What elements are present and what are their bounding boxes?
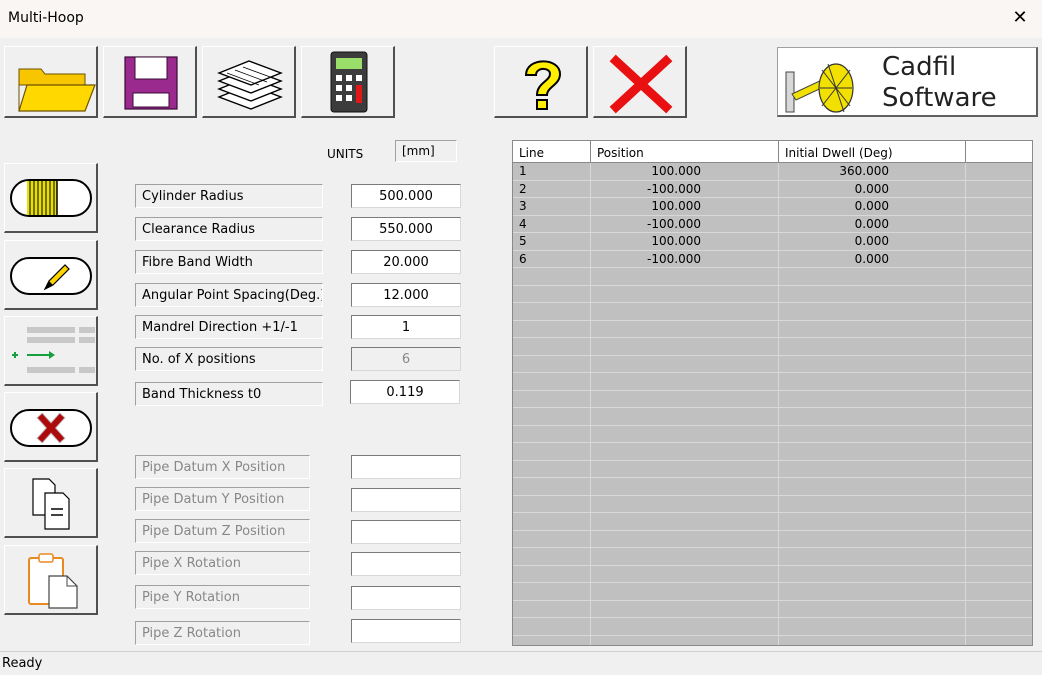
cell-line: 4 [519, 216, 527, 231]
pipe-datum-y-label: Pipe Datum Y Position [135, 487, 310, 511]
layers-button[interactable] [202, 46, 296, 118]
cadfil-logo-button[interactable]: Cadfil Software [777, 47, 1038, 117]
copy-button[interactable] [4, 468, 98, 538]
cadfil-logo-text: Cadfil Software [882, 52, 997, 114]
pipe-datum-x-input[interactable] [351, 455, 461, 479]
cell-dwell: 0.000 [854, 181, 889, 196]
clearance-radius-label: Clearance Radius [135, 217, 323, 241]
angular-point-spacing-input[interactable] [351, 283, 461, 307]
cell-position: 100.000 [651, 234, 701, 248]
pencil-icon [10, 257, 92, 295]
status-bar: Ready [0, 651, 1042, 675]
hoop-wind-button[interactable] [4, 163, 98, 233]
cell-position: -100.000 [647, 216, 701, 231]
cell-position: 100.000 [651, 199, 701, 213]
insert-line-button[interactable] [4, 316, 98, 386]
num-x-positions-input [351, 347, 461, 371]
title-bar: Multi-Hoop ✕ [0, 0, 1042, 38]
pipe-datum-z-input[interactable] [351, 520, 461, 544]
folder-open-icon [18, 68, 96, 112]
positions-table[interactable]: Line Position Initial Dwell (Deg) 1 100.… [512, 140, 1033, 646]
cell-dwell: 0.000 [854, 199, 889, 213]
logo-line-1: Cadfil [882, 52, 957, 82]
table-row[interactable]: 3 100.000 0.000 [513, 198, 1032, 216]
cylinder-radius-input[interactable] [351, 184, 461, 208]
cell-position: 100.000 [651, 164, 701, 178]
pipe-datum-y-input[interactable] [351, 488, 461, 512]
status-text: Ready [2, 656, 43, 671]
header-extra[interactable] [966, 141, 1032, 163]
cell-line: 2 [519, 181, 527, 196]
clearance-radius-input[interactable] [351, 217, 461, 241]
pipe-x-rotation-label: Pipe X Rotation [135, 551, 310, 575]
fibre-band-width-input[interactable] [351, 250, 461, 274]
close-icon[interactable]: ✕ [1012, 8, 1028, 28]
delete-line-button[interactable] [4, 392, 98, 462]
clipboard-paste-icon [28, 553, 78, 609]
pipe-z-rotation-label: Pipe Z Rotation [135, 621, 310, 645]
logo-line-2: Software [882, 83, 997, 113]
help-button[interactable] [494, 46, 588, 118]
header-position[interactable]: Position [591, 141, 779, 163]
pipe-datum-z-label: Pipe Datum Z Position [135, 519, 310, 543]
delete-x-icon [10, 409, 92, 447]
window-title: Multi-Hoop [8, 10, 84, 26]
calculator-icon [330, 51, 368, 113]
cell-line: 3 [519, 199, 527, 213]
cylinder-radius-label: Cylinder Radius [135, 184, 323, 208]
mandrel-direction-label: Mandrel Direction +1/-1 [135, 315, 323, 339]
band-thickness-input[interactable] [350, 380, 460, 404]
table-row[interactable]: 6 -100.000 0.000 [513, 251, 1032, 268]
insert-line-icon [12, 327, 95, 373]
cell-dwell: 0.000 [854, 216, 889, 231]
cancel-button[interactable] [593, 46, 687, 118]
calculator-button[interactable] [301, 46, 395, 118]
cell-line: 5 [519, 234, 527, 248]
pipe-z-rotation-input[interactable] [351, 619, 461, 643]
table-row[interactable]: 2 -100.000 0.000 [513, 181, 1032, 198]
hoop-wind-icon [10, 179, 92, 217]
units-label: UNITS [327, 147, 364, 161]
table-body: 1 100.000 360.000 2 -100.000 0.000 3 100… [513, 163, 1032, 645]
header-line[interactable]: Line [513, 141, 591, 163]
cell-line: 6 [519, 251, 527, 266]
pipe-datum-x-label: Pipe Datum X Position [135, 455, 310, 479]
table-row[interactable]: 1 100.000 360.000 [513, 163, 1032, 181]
table-row[interactable]: 4 -100.000 0.000 [513, 216, 1032, 233]
edit-button[interactable] [4, 240, 98, 310]
units-value: [mm] [395, 140, 457, 162]
pipe-y-rotation-label: Pipe Y Rotation [135, 585, 310, 609]
table-row[interactable]: 5 100.000 0.000 [513, 233, 1032, 251]
pipe-y-rotation-input[interactable] [351, 586, 461, 610]
cell-dwell: 360.000 [839, 164, 889, 178]
cell-dwell: 0.000 [854, 234, 889, 248]
angular-point-spacing-label: Angular Point Spacing(Deg.) [135, 283, 323, 307]
header-initial-dwell[interactable]: Initial Dwell (Deg) [779, 141, 966, 163]
cadfil-logo-icon [785, 63, 854, 113]
pipe-x-rotation-input[interactable] [351, 552, 461, 576]
table-header: Line Position Initial Dwell (Deg) [513, 141, 1032, 163]
num-x-positions-label: No. of X positions [135, 347, 323, 371]
paste-button[interactable] [4, 545, 98, 615]
copy-icon [32, 478, 70, 530]
red-x-icon [609, 54, 673, 114]
mandrel-direction-input[interactable] [351, 315, 461, 339]
question-mark-icon [524, 60, 562, 110]
cell-line: 1 [519, 164, 527, 178]
open-button[interactable] [4, 46, 98, 118]
floppy-disk-icon [124, 56, 178, 110]
cell-position: -100.000 [647, 251, 701, 266]
layers-icon [217, 60, 283, 110]
cell-position: -100.000 [647, 181, 701, 196]
save-button[interactable] [103, 46, 197, 118]
band-thickness-label: Band Thickness t0 [135, 382, 323, 406]
fibre-band-width-label: Fibre Band Width [135, 250, 323, 274]
cell-dwell: 0.000 [854, 251, 889, 266]
